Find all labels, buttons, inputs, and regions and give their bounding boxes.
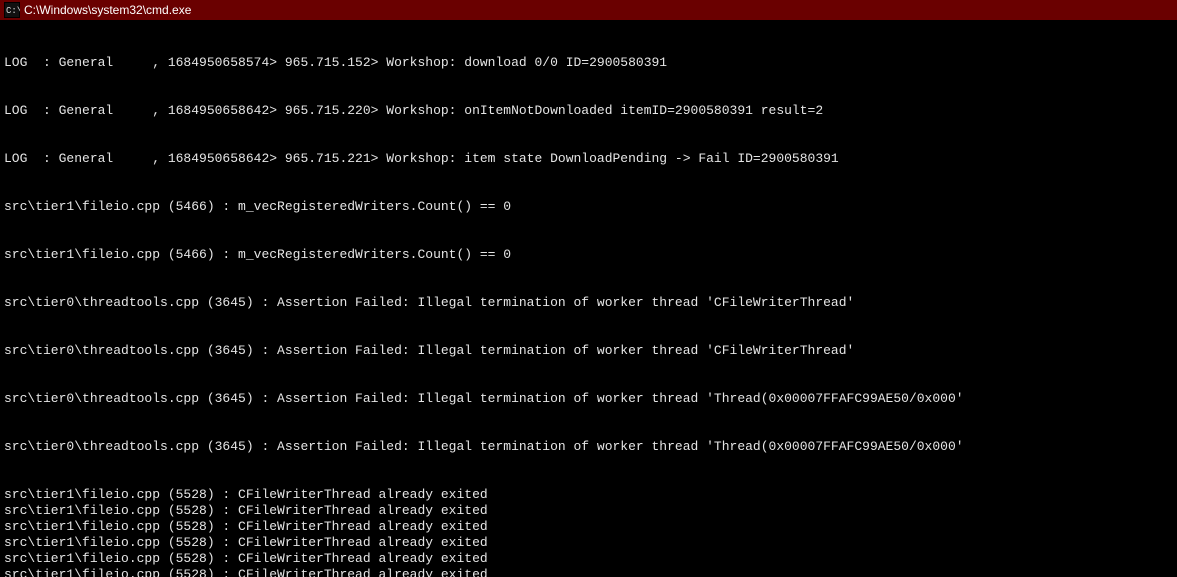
assert-line: src\tier1\fileio.cpp (5466) : m_vecRegis… (4, 247, 1173, 263)
assert-line: src\tier0\threadtools.cpp (3645) : Asser… (4, 295, 1173, 311)
titlebar[interactable]: C:\ C:\Windows\system32\cmd.exe (0, 0, 1177, 21)
terminal-output[interactable]: LOG : General , 1684950658574> 965.715.1… (0, 21, 1177, 577)
assert-line: src\tier0\threadtools.cpp (3645) : Asser… (4, 391, 1173, 407)
exited-line: src\tier1\fileio.cpp (5528) : CFileWrite… (4, 535, 1173, 551)
svg-text:C:\: C:\ (6, 6, 20, 16)
log-line: LOG : General , 1684950658574> 965.715.1… (4, 55, 1173, 71)
log-line: LOG : General , 1684950658642> 965.715.2… (4, 151, 1173, 167)
assert-line: src\tier0\threadtools.cpp (3645) : Asser… (4, 439, 1173, 455)
assert-line: src\tier1\fileio.cpp (5466) : m_vecRegis… (4, 199, 1173, 215)
exited-line: src\tier1\fileio.cpp (5528) : CFileWrite… (4, 567, 1173, 577)
exited-line: src\tier1\fileio.cpp (5528) : CFileWrite… (4, 551, 1173, 567)
exited-line: src\tier1\fileio.cpp (5528) : CFileWrite… (4, 487, 1173, 503)
exited-line: src\tier1\fileio.cpp (5528) : CFileWrite… (4, 519, 1173, 535)
cmd-icon: C:\ (4, 2, 20, 18)
assert-line: src\tier0\threadtools.cpp (3645) : Asser… (4, 343, 1173, 359)
log-line: LOG : General , 1684950658642> 965.715.2… (4, 103, 1173, 119)
exited-line: src\tier1\fileio.cpp (5528) : CFileWrite… (4, 503, 1173, 519)
window-title: C:\Windows\system32\cmd.exe (24, 2, 191, 18)
